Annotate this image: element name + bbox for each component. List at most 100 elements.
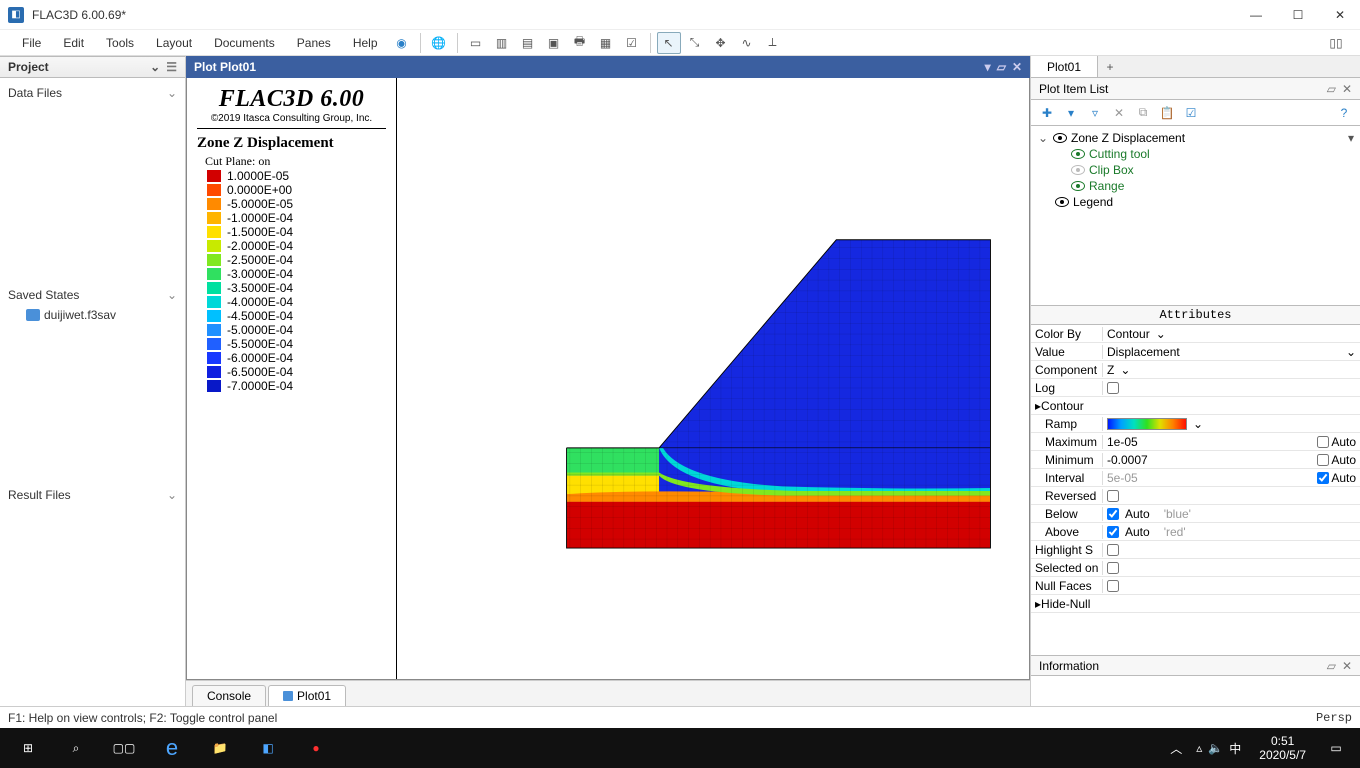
layout-3-icon[interactable]: ▤ [516,32,540,54]
tree-clip-box[interactable]: Clip Box [1037,162,1354,178]
tree-range[interactable]: Range [1037,178,1354,194]
taskbar-explorer-icon[interactable]: 📁 [196,728,244,768]
restore-icon[interactable]: ▱ [1327,82,1336,96]
layout-5-icon[interactable]: ▦ [594,32,618,54]
check-icon[interactable]: ☑ [1181,103,1201,123]
axes-icon[interactable]: ⟂ [761,32,785,54]
menu-panes[interactable]: Panes [287,34,341,52]
layout-4-icon[interactable]: ▣ [542,32,566,54]
eye-icon[interactable] [1071,165,1085,175]
eye-icon[interactable] [1071,149,1085,159]
chevron-down-icon[interactable]: ▾ [985,60,991,74]
attr-interval-auto-checkbox[interactable] [1317,472,1329,484]
attr-min-input[interactable] [1107,453,1311,467]
eye-icon[interactable] [1055,197,1069,207]
menu-layout[interactable]: Layout [146,34,202,52]
panel-toggle-icon[interactable]: ▯▯ [1324,32,1348,54]
check-icon[interactable]: ☑ [620,32,644,54]
add-item-icon[interactable]: ✚ [1037,103,1057,123]
taskbar-flac3d-icon[interactable]: ◧ [244,728,292,768]
cursor-alt-icon[interactable]: ⤡ [683,32,707,54]
notifications-icon[interactable]: ▭ [1316,728,1356,768]
section-saved-states[interactable]: Saved States⌄ [8,284,177,306]
help-icon[interactable]: ◉ [390,32,414,54]
copy-icon[interactable]: ⧉ [1133,103,1153,123]
attr-ramp-value[interactable]: ⌄ [1103,417,1360,431]
attr-selected-checkbox[interactable] [1107,562,1119,574]
menu-file[interactable]: File [12,34,51,52]
help-icon[interactable]: ? [1334,103,1354,123]
attr-color-by-value[interactable]: Contour ⌄ [1103,327,1360,341]
layout-2-icon[interactable]: ▥ [490,32,514,54]
section-data-files[interactable]: Data Files⌄ [8,82,177,104]
tab-plot01-right[interactable]: Plot01 [1031,56,1098,77]
delete-icon[interactable]: ✕ [1109,103,1129,123]
attr-reversed-checkbox[interactable] [1107,490,1119,502]
menu-tools[interactable]: Tools [96,34,144,52]
attr-highlight-checkbox[interactable] [1107,544,1119,556]
saved-state-file[interactable]: duijiwet.f3sav [8,306,177,324]
layout-1-icon[interactable]: ▭ [464,32,488,54]
dropdown-icon[interactable]: ▾ [1061,103,1081,123]
tab-plot01[interactable]: Plot01 [268,685,346,706]
close-button[interactable]: ✕ [1328,8,1352,22]
menu-edit[interactable]: Edit [53,34,94,52]
chevron-down-icon: ⌄ [1156,327,1166,341]
restore-icon[interactable]: ▱ [997,60,1006,74]
legend-swatch [207,268,221,280]
task-view-button[interactable]: ▢▢ [100,728,148,768]
globe-icon[interactable]: 🌐 [427,32,451,54]
eye-icon[interactable] [1071,181,1085,191]
ime-icon[interactable]: 中 [1229,740,1241,757]
attr-max-auto-checkbox[interactable] [1317,436,1329,448]
menu-documents[interactable]: Documents [204,34,285,52]
attr-value-value[interactable]: Displacement ⌄ [1103,345,1360,359]
expand-icon[interactable]: ⌄ [1037,131,1049,145]
attr-min-auto-checkbox[interactable] [1317,454,1329,466]
network-icon[interactable]: ▵ [1196,741,1202,755]
move-icon[interactable]: ✥ [709,32,733,54]
tree-cutting-tool[interactable]: Cutting tool [1037,146,1354,162]
panel-menu-icon[interactable]: ☰ [166,60,177,74]
paste-icon[interactable]: 📋 [1157,103,1177,123]
attr-null-faces-checkbox[interactable] [1107,580,1119,592]
cursor-icon[interactable]: ↖ [657,32,681,54]
attr-contour-group[interactable]: ▸Contour [1031,399,1103,413]
close-icon[interactable]: ✕ [1012,60,1022,74]
tree-legend[interactable]: Legend [1037,194,1354,210]
attr-above-auto-checkbox[interactable] [1107,526,1119,538]
tab-console[interactable]: Console [192,685,266,706]
close-icon[interactable]: ✕ [1342,659,1352,673]
viewport-3d[interactable] [397,78,1029,679]
tab-add-button[interactable]: + [1098,56,1122,77]
legend-heading: Zone Z Displacement [197,135,386,152]
taskbar-record-icon[interactable]: ● [292,728,340,768]
tray-clock[interactable]: 0:51 2020/5/7 [1249,734,1316,763]
attr-interval-input[interactable] [1107,471,1311,485]
minimize-button[interactable]: — [1244,8,1268,22]
chevron-down-icon[interactable]: ▾ [1348,131,1354,145]
menu-help[interactable]: Help [343,34,388,52]
plot-titlebar[interactable]: Plot Plot01 ▾ ▱ ✕ [186,56,1030,78]
start-button[interactable]: ⊞ [4,728,52,768]
eye-icon[interactable] [1053,133,1067,143]
print-icon[interactable]: 🖶 [568,32,592,54]
tray-expand-icon[interactable]: ︿ [1164,740,1188,757]
taskbar-ie-icon[interactable]: e [148,728,196,768]
search-button[interactable]: ⌕ [52,728,100,768]
volume-icon[interactable]: 🔈 [1208,741,1223,755]
filter-icon[interactable]: ▿ [1085,103,1105,123]
attr-log-checkbox[interactable] [1107,382,1119,394]
attr-max-input[interactable] [1107,435,1311,449]
attr-hide-null-group[interactable]: ▸Hide-Null [1031,597,1103,611]
close-icon[interactable]: ✕ [1342,82,1352,96]
restore-icon[interactable]: ▱ [1327,659,1336,673]
section-result-files[interactable]: Result Files⌄ [8,484,177,506]
maximize-button[interactable]: ☐ [1286,8,1310,22]
link-icon[interactable]: ∿ [735,32,759,54]
attr-component-value[interactable]: Z ⌄ [1103,363,1360,377]
chevron-down-icon[interactable]: ⌄ [150,60,160,74]
attr-below-auto-checkbox[interactable] [1107,508,1119,520]
project-panel-header[interactable]: Project ⌄ ☰ [0,56,185,78]
tree-zone-z-displacement[interactable]: ⌄ Zone Z Displacement ▾ [1037,130,1354,146]
